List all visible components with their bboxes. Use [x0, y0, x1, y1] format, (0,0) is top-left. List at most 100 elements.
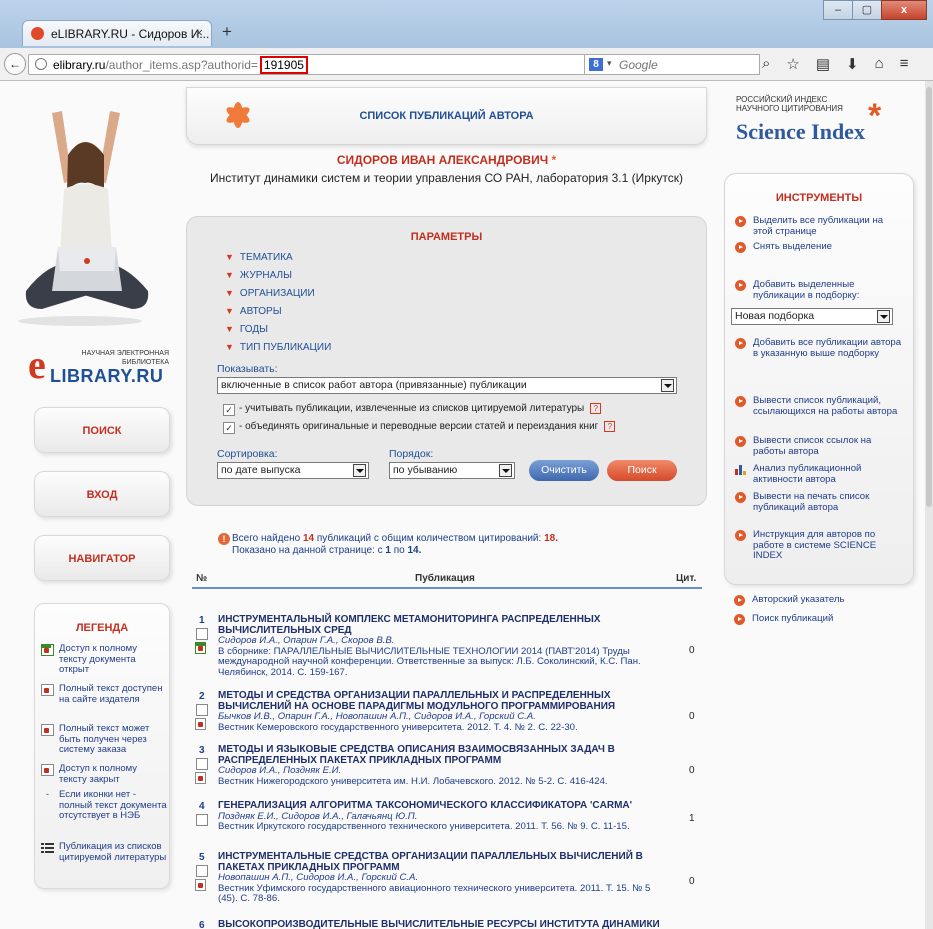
facet-journals[interactable]: ▼ ЖУРНАЛЫ [225, 270, 292, 281]
reading-list-icon[interactable]: ▤ [816, 55, 830, 73]
row-checkbox[interactable] [196, 865, 208, 877]
login-nav-button[interactable]: ВХОД [34, 471, 170, 517]
show-label: Показывать: [217, 363, 278, 375]
sort-select[interactable]: по дате выпуска [217, 462, 369, 479]
publication-title[interactable]: ИНСТРУМЕНТАЛЬНЫЙ КОМПЛЕКС МЕТАМОНИТОРИНГ… [218, 614, 668, 636]
row-checkbox[interactable] [196, 628, 208, 640]
checkbox-cited-refs[interactable]: ✓ - учитывать публикации, извлеченные из … [223, 403, 602, 416]
scrollbar-thumb[interactable] [926, 87, 932, 507]
new-tab-button[interactable]: + [222, 22, 232, 42]
checkbox-merge-versions[interactable]: ✓ - объединять оригинальные и переводные … [223, 421, 616, 434]
help-icon[interactable]: ? [590, 403, 602, 414]
search-button[interactable]: Поиск [607, 460, 677, 481]
pdf-closed-icon [41, 764, 54, 776]
publication-source[interactable]: Вестник Нижегородского университета им. … [218, 776, 668, 788]
pdf-publisher-icon [41, 684, 54, 696]
chevron-down-icon[interactable] [353, 464, 366, 477]
pdf-open-icon[interactable] [195, 642, 206, 654]
list-icon [41, 843, 54, 853]
facet-years[interactable]: ▼ ГОДЫ [225, 324, 268, 335]
search-engine-bar[interactable]: 8 ▾ [584, 54, 760, 75]
facet-authors[interactable]: ▼ АВТОРЫ [225, 306, 282, 317]
pdf-publisher-icon[interactable] [195, 772, 206, 784]
download-icon[interactable]: ⬇ [846, 55, 859, 73]
tool-label: Добавить выделенные публикации в подборк… [753, 279, 860, 301]
results-summary: Всего найдено 14 публикаций с общим коли… [232, 533, 558, 557]
search-icon[interactable]: ⌕ [762, 55, 770, 73]
chevron-down-icon[interactable] [661, 379, 674, 392]
browser-nav-bar: ← elibrary.ru/author_items.asp?authorid=… [0, 48, 933, 81]
elibrary-logo[interactable]: e НАУЧНАЯ ЭЛЕКТРОННАЯ БИБЛИОТЕКА LIBRARY… [28, 345, 173, 389]
pdf-publisher-icon[interactable] [195, 718, 206, 730]
citation-count: 0 [689, 645, 695, 656]
back-button[interactable]: ← [4, 53, 26, 75]
chevron-down-icon[interactable] [499, 464, 512, 477]
arrow-right-icon [735, 492, 746, 503]
author-star-icon: * [551, 153, 557, 167]
address-bar[interactable]: elibrary.ru/author_items.asp?authorid= 19… [28, 54, 674, 75]
chevron-down-icon[interactable] [877, 310, 890, 323]
publication-source[interactable]: Вестник Иркутского государственного техн… [218, 821, 668, 833]
home-icon[interactable]: ⌂ [875, 55, 884, 73]
science-index-logo[interactable]: РОССИЙСКИЙ ИНДЕКС НАУЧНОГО ЦИТИРОВАНИЯ S… [736, 95, 911, 155]
pdf-publisher-icon[interactable] [195, 879, 206, 891]
publication-title[interactable]: ГЕНЕРАЛИЗАЦИЯ АЛГОРИТМА ТАКСОНОМИЧЕСКОГО… [218, 800, 668, 812]
collection-select[interactable]: Новая подборка [731, 308, 893, 325]
vertical-scrollbar[interactable] [925, 81, 933, 929]
navigator-nav-button[interactable]: НАВИГАТОР [34, 535, 170, 581]
checkbox-cited-refs-box[interactable]: ✓ [223, 404, 235, 416]
checkbox-merge-versions-box[interactable]: ✓ [223, 422, 235, 434]
search-engine-input[interactable] [617, 57, 741, 73]
maximize-button[interactable]: ▢ [852, 0, 882, 20]
publication-authors: Сидоров И.А., Поздняк Е.И. [218, 765, 342, 776]
publication-title[interactable]: ВЫСОКОПРОИЗВОДИТЕЛЬНЫЕ ВЫЧИСЛИТЕЛЬНЫЕ РЕ… [218, 919, 668, 929]
arrow-right-icon [735, 530, 746, 541]
chevron-down-icon[interactable]: ▾ [607, 58, 612, 69]
order-label: Порядок: [389, 448, 434, 460]
facet-topic[interactable]: ▼ ТЕМАТИКА [225, 252, 293, 263]
bookmark-star-icon[interactable]: ☆ [786, 55, 799, 73]
show-select-value: включенные в список работ автора (привяз… [221, 379, 527, 391]
arrow-right-icon [735, 280, 746, 291]
author-institution: Институт динамики систем и теории управл… [210, 171, 683, 185]
triangle-down-icon: ▼ [225, 288, 234, 298]
help-icon[interactable]: ? [604, 421, 616, 432]
publication-title[interactable]: МЕТОДЫ И ЯЗЫКОВЫЕ СРЕДСТВА ОПИСАНИЯ ВЗАИ… [218, 744, 668, 766]
menu-icon[interactable]: ≡ [900, 55, 909, 73]
close-window-button[interactable]: x [881, 0, 927, 20]
tool-label: Анализ публикационной активности автора [753, 463, 862, 485]
publication-title[interactable]: МЕТОДЫ И СРЕДСТВА ОРГАНИЗАЦИИ ПАРАЛЛЕЛЬН… [218, 690, 668, 712]
publication-title[interactable]: ИНСТРУМЕНТАЛЬНЫЕ СРЕДСТВА ОРГАНИЗАЦИИ ПА… [218, 851, 668, 873]
search-nav-button[interactable]: ПОИСК [34, 407, 170, 453]
tool-label: Вывести список публикаций, ссылающихся н… [753, 395, 898, 417]
url-text[interactable]: elibrary.ru/author_items.asp?authorid= 19… [53, 56, 308, 74]
facet-organizations[interactable]: ▼ ОРГАНИЗАЦИИ [225, 288, 315, 299]
row-checkbox[interactable] [196, 758, 208, 770]
row-number: 4 [199, 801, 205, 812]
row-checkbox[interactable] [196, 814, 208, 826]
tab-close-icon[interactable]: × [195, 25, 203, 40]
clear-button[interactable]: Очистить [529, 460, 599, 481]
show-select[interactable]: включенные в список работ автора (привяз… [217, 377, 677, 394]
arrow-right-icon [735, 338, 746, 349]
url-author-id: 191905 [259, 56, 308, 74]
search-engine-icon[interactable]: 8 [589, 58, 603, 71]
summary-text: публикаций с общим количеством цитирован… [314, 533, 545, 544]
order-select-value: по убыванию [393, 464, 458, 476]
brand-name: LIBRARY.RU [50, 366, 164, 386]
publication-source[interactable]: Вестник Кемеровского государственного ун… [218, 722, 668, 734]
globe-icon [35, 58, 47, 70]
row-number: 3 [199, 745, 205, 756]
summary-text: Показано на данной странице: с [232, 545, 386, 556]
facet-pub-type[interactable]: ▼ ТИП ПУБЛИКАЦИИ [225, 342, 331, 353]
browser-tab[interactable]: eLIBRARY.RU - Сидоров И... × [22, 20, 212, 46]
arrow-right-icon [735, 242, 746, 253]
order-select[interactable]: по убыванию [389, 462, 515, 479]
publication-source[interactable]: В сборнике: ПАРАЛЛЕЛЬНЫЕ ВЫЧИСЛИТЕЛЬНЫЕ … [218, 646, 668, 679]
minimize-button[interactable]: – [823, 0, 853, 20]
publication-source[interactable]: Вестник Уфимского государственного авиац… [218, 883, 668, 905]
row-checkbox[interactable] [196, 704, 208, 716]
tool-label: Вывести на печать список публикаций авто… [753, 491, 870, 513]
citation-count: 0 [689, 765, 695, 776]
url-path: /author_items.asp?authorid= [105, 58, 258, 72]
